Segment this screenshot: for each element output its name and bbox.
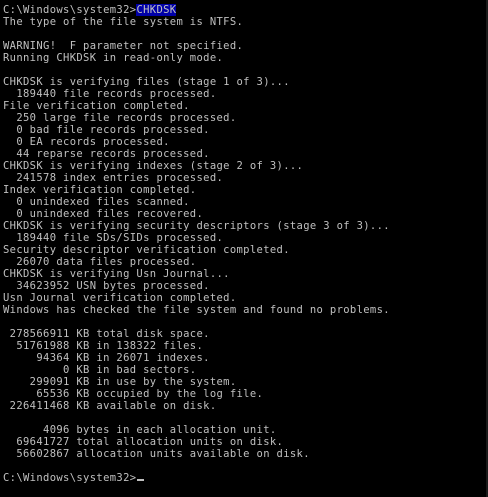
output-line: Index verification completed. [3, 184, 197, 196]
output-line: File verification completed. [3, 100, 190, 112]
output-line: WARNING! F parameter not specified. [3, 40, 244, 52]
output-line: 4096 bytes in each allocation unit. [3, 424, 277, 436]
output-line: 0 bad file records processed. [3, 124, 210, 136]
text-cursor [137, 479, 145, 481]
output-line: The type of the file system is NTFS. [3, 16, 244, 28]
output-line: 278566911 KB total disk space. [3, 328, 210, 340]
output-line: Security descriptor verification complet… [3, 244, 290, 256]
output-line: 250 large file records processed. [3, 112, 237, 124]
output-line: 189440 file SDs/SIDs processed. [3, 232, 224, 244]
output-line: Windows has checked the file system and … [3, 304, 390, 316]
output-line: 189440 file records processed. [3, 88, 217, 100]
output-line: 226411468 KB available on disk. [3, 400, 217, 412]
output-line: 0 unindexed files recovered. [3, 208, 204, 220]
output-line: CHKDSK is verifying files (stage 1 of 3)… [3, 76, 290, 88]
console-output: The type of the file system is NTFS. WARN… [3, 16, 488, 472]
prompt-initial: C:\Windows\system32> [3, 4, 137, 16]
console-window[interactable]: C:\Windows\system32>CHKDSK The type of t… [0, 0, 488, 497]
output-line: 0 KB in bad sectors. [3, 364, 197, 376]
output-line: 94364 KB in 26071 indexes. [3, 352, 210, 364]
output-line: 299091 KB in use by the system. [3, 376, 237, 388]
output-line: 0 EA records processed. [3, 136, 170, 148]
final-prompt-line[interactable]: C:\Windows\system32> [3, 472, 488, 484]
output-line: 34623952 USN bytes processed. [3, 280, 210, 292]
prompt-final: C:\Windows\system32> [3, 472, 137, 484]
output-line: 69641727 total allocation units on disk. [3, 436, 284, 448]
output-line: 51761988 KB in 138322 files. [3, 340, 204, 352]
output-line: 56602867 allocation units available on d… [3, 448, 310, 460]
output-line: 241578 index entries processed. [3, 172, 224, 184]
output-line: CHKDSK is verifying Usn Journal... [3, 268, 230, 280]
output-line: 26070 data files processed. [3, 256, 197, 268]
output-line: 0 unindexed files scanned. [3, 196, 190, 208]
entered-command: CHKDSK [136, 4, 177, 16]
output-line: 65536 KB occupied by the log file. [3, 388, 264, 400]
output-line: CHKDSK is verifying security descriptors… [3, 220, 390, 232]
output-line: Usn Journal verification completed. [3, 292, 237, 304]
output-line: CHKDSK is verifying indexes (stage 2 of … [3, 160, 304, 172]
output-line: 44 reparse records processed. [3, 148, 210, 160]
output-line: Running CHKDSK in read-only mode. [3, 52, 224, 64]
command-line: C:\Windows\system32>CHKDSK [3, 4, 488, 16]
